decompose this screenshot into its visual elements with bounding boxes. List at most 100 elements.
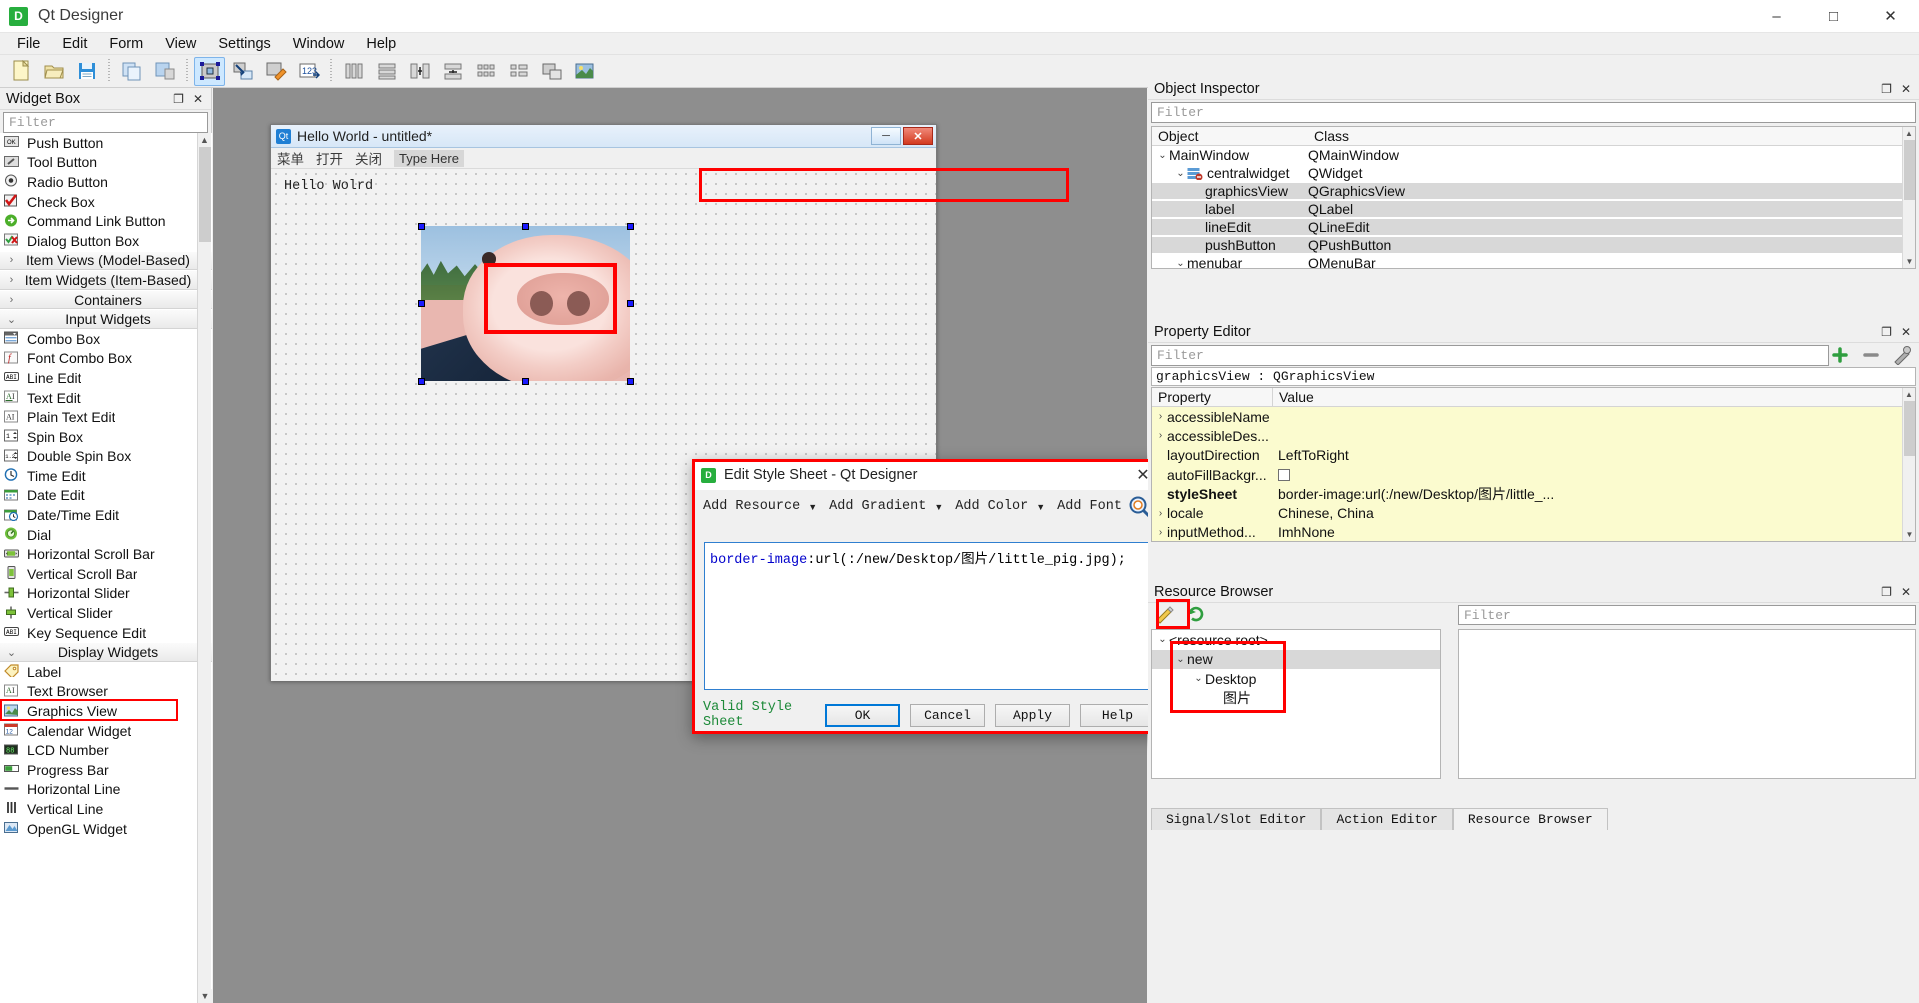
scroll-thumb[interactable] (1904, 401, 1915, 456)
scroll-up-icon[interactable]: ▲ (1903, 127, 1915, 140)
add-color-dropdown-icon[interactable]: ▼ (1036, 502, 1045, 512)
chevron-right-icon[interactable]: › (1154, 508, 1167, 519)
layout-form-icon[interactable] (503, 57, 534, 86)
cancel-button[interactable]: Cancel (910, 703, 985, 727)
widget-item-opengl-widget[interactable]: OpenGL Widget (0, 819, 212, 839)
property-editor-scrollbar[interactable]: ▲ ▼ (1902, 388, 1915, 541)
widget-box-filter-input[interactable]: Filter (3, 112, 208, 133)
chevron-down-icon[interactable]: ⌄ (1156, 634, 1169, 645)
adjust-size-icon[interactable] (569, 57, 600, 86)
widget-item-plain-text-edit[interactable]: AI Plain Text Edit (0, 407, 212, 427)
property-row[interactable]: › accessibleName (1152, 407, 1915, 427)
tab-resource-browser[interactable]: Resource Browser (1452, 808, 1608, 830)
widget-item-font-combo-box[interactable]: f Font Combo Box (0, 349, 212, 369)
scroll-thumb[interactable] (199, 147, 211, 242)
float-icon[interactable]: ❐ (173, 92, 184, 106)
float-icon[interactable]: ❐ (1881, 82, 1892, 96)
widget-item-combo-box[interactable]: Combo Box (0, 329, 212, 349)
widget-category-containers[interactable]: › Containers (0, 289, 212, 310)
widget-category-input-widgets[interactable]: ⌄ Input Widgets (0, 309, 212, 329)
widget-item-push-button[interactable]: OK Push Button (0, 133, 212, 153)
widget-item-dial[interactable]: Dial (0, 525, 212, 545)
widget-item-time-edit[interactable]: Time Edit (0, 466, 212, 486)
widget-item-radio-button[interactable]: Radio Button (0, 172, 212, 192)
widget-item-spin-box[interactable]: 1 Spin Box (0, 427, 212, 447)
apply-button[interactable]: Apply (995, 703, 1070, 727)
add-gradient-dropdown-icon[interactable]: ▼ (934, 502, 943, 512)
form-label-hello[interactable]: Hello Wolrd (284, 179, 373, 194)
widget-item-tool-button[interactable]: Tool Button (0, 153, 212, 173)
maximize-button[interactable]: □ (1805, 0, 1862, 33)
close-icon[interactable]: ✕ (1901, 585, 1911, 599)
widget-item-text-browser[interactable]: A I Text Browser (0, 682, 212, 702)
widget-category-item-views-model-based[interactable]: › Item Views (Model-Based) (0, 250, 212, 271)
selection-handle-bl[interactable] (418, 378, 425, 385)
add-color-button[interactable]: Add Color (955, 499, 1028, 514)
selection-handle-br[interactable] (627, 378, 634, 385)
widget-item-vertical-scroll-bar[interactable]: Vertical Scroll Bar (0, 564, 212, 584)
chevron-right-icon[interactable]: › (1154, 430, 1167, 441)
widget-item-text-edit[interactable]: A I Text Edit (0, 388, 212, 408)
widget-item-date-time-edit[interactable]: Date/Time Edit (0, 505, 212, 525)
auto-fill-background-checkbox[interactable] (1278, 468, 1290, 481)
chevron-down-icon[interactable]: ⌄ (1174, 168, 1187, 179)
chevron-right-icon[interactable]: › (5, 274, 18, 286)
object-inspector-row[interactable]: ⌄ MainWindow QMainWindow (1152, 146, 1915, 164)
property-row[interactable]: layoutDirection LeftToRight (1152, 445, 1915, 465)
break-layout-icon[interactable] (536, 57, 567, 86)
selection-handle-tc[interactable] (522, 223, 529, 230)
new-form-icon[interactable] (5, 57, 36, 86)
edit-tab-order-icon[interactable]: 123 (293, 57, 324, 86)
widget-item-label[interactable]: Label (0, 662, 212, 682)
widget-item-double-spin-box[interactable]: 1.2 Double Spin Box (0, 447, 212, 467)
widget-box-list[interactable]: OK Push Button Tool Button Radio Button Chec… (0, 133, 212, 1003)
resource-tree-row[interactable]: ⌄ Desktop (1152, 669, 1440, 689)
selection-handle-tl[interactable] (418, 223, 425, 230)
chevron-down-icon[interactable]: ⌄ (1174, 654, 1187, 665)
layout-splitter-vertical-icon[interactable] (437, 57, 468, 86)
style-sheet-text-area[interactable]: border-image:url(:/new/Desktop/图片/little… (704, 542, 1154, 690)
object-inspector-scrollbar[interactable]: ▲ ▼ (1902, 127, 1915, 268)
property-row[interactable]: › locale Chinese, China (1152, 503, 1915, 523)
minimize-button[interactable]: – (1748, 0, 1805, 33)
widget-item-line-edit[interactable]: ABI Line Edit (0, 368, 212, 388)
widget-box-scrollbar[interactable]: ▲ ▼ (197, 133, 212, 1003)
widget-item-lcd-number[interactable]: 88 LCD Number (0, 740, 212, 760)
form-minimize-button[interactable]: ─ (871, 127, 901, 145)
chevron-down-icon[interactable]: ⌄ (5, 313, 18, 326)
layout-horizontally-icon[interactable] (338, 57, 369, 86)
add-font-button[interactable]: Add Font (1057, 499, 1122, 514)
add-resource-dropdown-icon[interactable]: ▼ (808, 502, 817, 512)
resource-preview-area[interactable] (1458, 629, 1916, 779)
chevron-right-icon[interactable]: › (5, 254, 18, 266)
property-row[interactable]: styleSheet border-image:url(:/new/Desktop… (1152, 484, 1915, 504)
float-icon[interactable]: ❐ (1881, 325, 1892, 339)
ok-button[interactable]: OK (825, 703, 900, 727)
widget-category-display-widgets[interactable]: ⌄ Display Widgets (0, 642, 212, 663)
tab-action-editor[interactable]: Action Editor (1321, 808, 1453, 830)
help-button[interactable]: Help (1080, 703, 1155, 727)
graphics-view-widget[interactable] (421, 226, 630, 381)
object-inspector-row[interactable]: pushButton QPushButton (1152, 236, 1915, 254)
form-menu-item-0[interactable]: 菜单 (277, 148, 304, 168)
open-form-icon[interactable] (38, 57, 69, 86)
selection-handle-mr[interactable] (627, 300, 634, 307)
scroll-up-icon[interactable]: ▲ (198, 133, 211, 147)
selection-handle-bc[interactable] (522, 378, 529, 385)
menu-form[interactable]: Form (98, 35, 154, 53)
edit-style-sheet-dialog[interactable]: D Edit Style Sheet - Qt Designer ✕ Add R… (692, 459, 1164, 734)
float-icon[interactable]: ❐ (1881, 585, 1892, 599)
widget-item-graphics-view[interactable]: Graphics View (0, 701, 212, 721)
object-inspector-row[interactable]: ⌄ menubar QMenuBar (1152, 254, 1915, 268)
chevron-right-icon[interactable]: › (5, 294, 18, 306)
widget-item-command-link-button[interactable]: Command Link Button (0, 211, 212, 231)
scroll-up-icon[interactable]: ▲ (1903, 388, 1915, 401)
edit-signals-slots-icon[interactable] (227, 57, 258, 86)
add-gradient-button[interactable]: Add Gradient (829, 499, 926, 514)
widget-item-vertical-slider[interactable]: Vertical Slider (0, 603, 212, 623)
property-row[interactable]: autoFillBackgr... (1152, 464, 1915, 485)
resource-tree-row[interactable]: ⌄ <resource root> (1152, 630, 1440, 650)
property-row[interactable]: › accessibleDes... (1152, 426, 1915, 446)
widget-category-item-widgets-item-based[interactable]: › Item Widgets (Item-Based) (0, 270, 212, 290)
widget-item-key-sequence-edit[interactable]: ABI Key Sequence Edit (0, 623, 212, 643)
